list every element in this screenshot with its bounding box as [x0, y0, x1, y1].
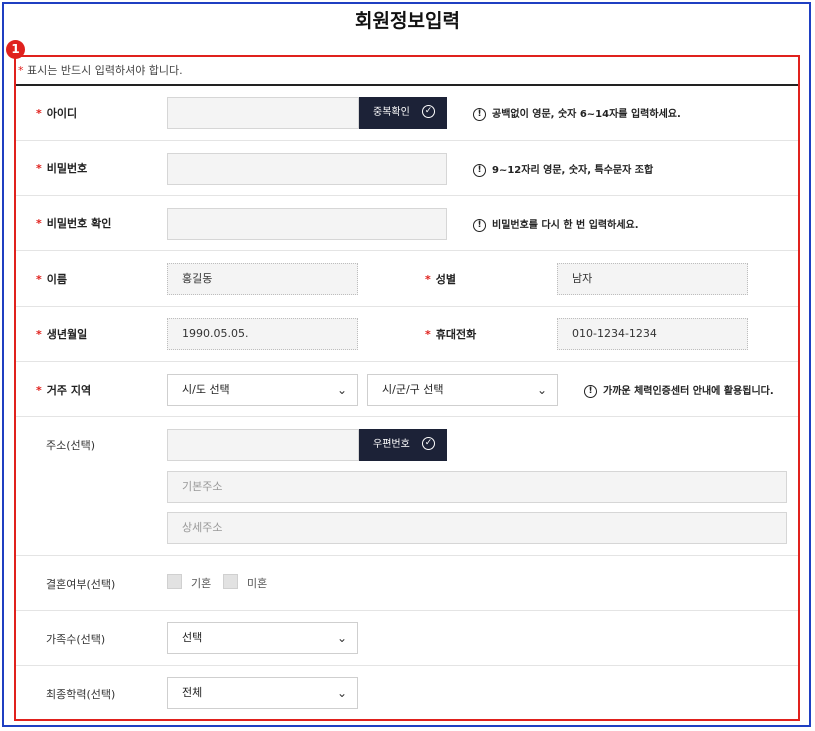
info-circle-icon: ! — [473, 218, 486, 232]
birth-label-text: 생년월일 — [46, 328, 88, 341]
education-select-value: 전체 — [182, 686, 203, 699]
id-hint: ! 공백없이 영문, 숫자 6~14자를 입력하세요. — [473, 105, 681, 121]
required-mark: * — [36, 217, 42, 230]
password-input[interactable] — [167, 153, 447, 185]
id-label-text: 아이디 — [46, 107, 78, 120]
education-label: 최종학력(선택) — [46, 688, 116, 701]
name-label: * 이름 — [36, 271, 67, 287]
gender-label: * 성별 — [425, 271, 456, 287]
education-select[interactable]: 전체 ⌄ — [167, 677, 358, 709]
row-divider — [16, 555, 798, 556]
password-confirm-hint: ! 비밀번호를 다시 한 번 입력하세요. — [473, 216, 639, 232]
step-badge: 1 — [6, 40, 25, 59]
info-circle-icon: ! — [473, 163, 486, 177]
row-divider — [16, 195, 798, 196]
row-divider — [16, 361, 798, 362]
row-divider — [16, 140, 798, 141]
postcode-button-label: 우편번호 — [373, 439, 410, 450]
page-title: 회원정보입력 — [355, 10, 460, 32]
info-circle-icon: ! — [584, 384, 597, 398]
password-hint-text: 9~12자리 영문, 숫자, 특수문자 조합 — [492, 165, 654, 176]
detail-address-input[interactable]: 상세주소 — [167, 512, 787, 544]
row-divider — [16, 416, 798, 417]
password-confirm-label: * 비밀번호 확인 — [36, 215, 111, 231]
province-select-value: 시/도 선택 — [182, 383, 230, 396]
required-notice-text: 표시는 반드시 입력하셔야 합니다. — [23, 64, 183, 77]
marital-label: 결혼여부(선택) — [46, 578, 116, 591]
birth-input[interactable]: 1990.05.05. — [167, 318, 358, 350]
required-mark: * — [425, 328, 431, 341]
check-circle-icon: ✓ — [422, 437, 435, 450]
required-notice: * 표시는 반드시 입력하셔야 합니다. — [18, 62, 183, 78]
required-mark: * — [425, 273, 431, 286]
required-mark: * — [36, 328, 42, 341]
city-select-value: 시/군/구 선택 — [382, 383, 444, 396]
married-checkbox[interactable] — [167, 574, 182, 589]
name-label-text: 이름 — [46, 273, 68, 286]
id-input[interactable] — [167, 97, 359, 129]
chevron-down-icon: ⌄ — [336, 686, 347, 700]
required-mark: * — [36, 107, 42, 120]
duplicate-check-button[interactable]: 중복확인 ✓ — [359, 97, 447, 129]
required-mark: * — [36, 384, 42, 397]
required-mark: * — [36, 273, 42, 286]
form-top-rule — [16, 84, 798, 86]
password-confirm-input[interactable] — [167, 208, 447, 240]
row-divider — [16, 665, 798, 666]
password-hint: ! 9~12자리 영문, 숫자, 특수문자 조합 — [473, 161, 653, 177]
id-label: * 아이디 — [36, 105, 77, 121]
row-divider — [16, 610, 798, 611]
single-checkbox[interactable] — [223, 574, 238, 589]
phone-label: * 휴대전화 — [425, 326, 476, 342]
row-divider — [16, 306, 798, 307]
city-select[interactable]: 시/군/구 선택 ⌄ — [367, 374, 558, 406]
gender-input[interactable]: 남자 — [557, 263, 748, 295]
region-hint-text: 가까운 체력인증센터 안내에 활용됩니다. — [603, 386, 774, 397]
region-label-text: 거주 지역 — [46, 384, 92, 397]
chevron-down-icon: ⌄ — [336, 631, 347, 645]
chevron-down-icon: ⌄ — [336, 383, 347, 397]
birth-label: * 생년월일 — [36, 326, 87, 342]
phone-input[interactable]: 010-1234-1234 — [557, 318, 748, 350]
chevron-down-icon: ⌄ — [536, 383, 547, 397]
family-label: 가족수(선택) — [46, 633, 106, 646]
province-select[interactable]: 시/도 선택 ⌄ — [167, 374, 358, 406]
check-circle-icon: ✓ — [422, 105, 435, 118]
basic-address-input[interactable]: 기본주소 — [167, 471, 787, 503]
password-confirm-label-text: 비밀번호 확인 — [46, 217, 112, 230]
password-label-text: 비밀번호 — [46, 162, 88, 175]
info-circle-icon: ! — [473, 107, 486, 121]
required-mark: * — [36, 162, 42, 175]
name-input[interactable]: 홍길동 — [167, 263, 358, 295]
region-label: * 거주 지역 — [36, 382, 91, 398]
family-select[interactable]: 선택 ⌄ — [167, 622, 358, 654]
password-confirm-hint-text: 비밀번호를 다시 한 번 입력하세요. — [492, 220, 639, 231]
postcode-input[interactable] — [167, 429, 359, 461]
married-label: 기혼 — [191, 577, 212, 590]
phone-label-text: 휴대전화 — [435, 328, 477, 341]
row-divider — [16, 250, 798, 251]
region-hint: ! 가까운 체력인증센터 안내에 활용됩니다. — [584, 382, 774, 398]
gender-label-text: 성별 — [435, 273, 457, 286]
password-label: * 비밀번호 — [36, 160, 87, 176]
duplicate-check-label: 중복확인 — [373, 107, 410, 118]
id-hint-text: 공백없이 영문, 숫자 6~14자를 입력하세요. — [492, 109, 681, 120]
address-label: 주소(선택) — [46, 439, 96, 452]
postcode-button[interactable]: 우편번호 ✓ — [359, 429, 447, 461]
family-select-value: 선택 — [182, 631, 203, 644]
single-label: 미혼 — [247, 577, 268, 590]
